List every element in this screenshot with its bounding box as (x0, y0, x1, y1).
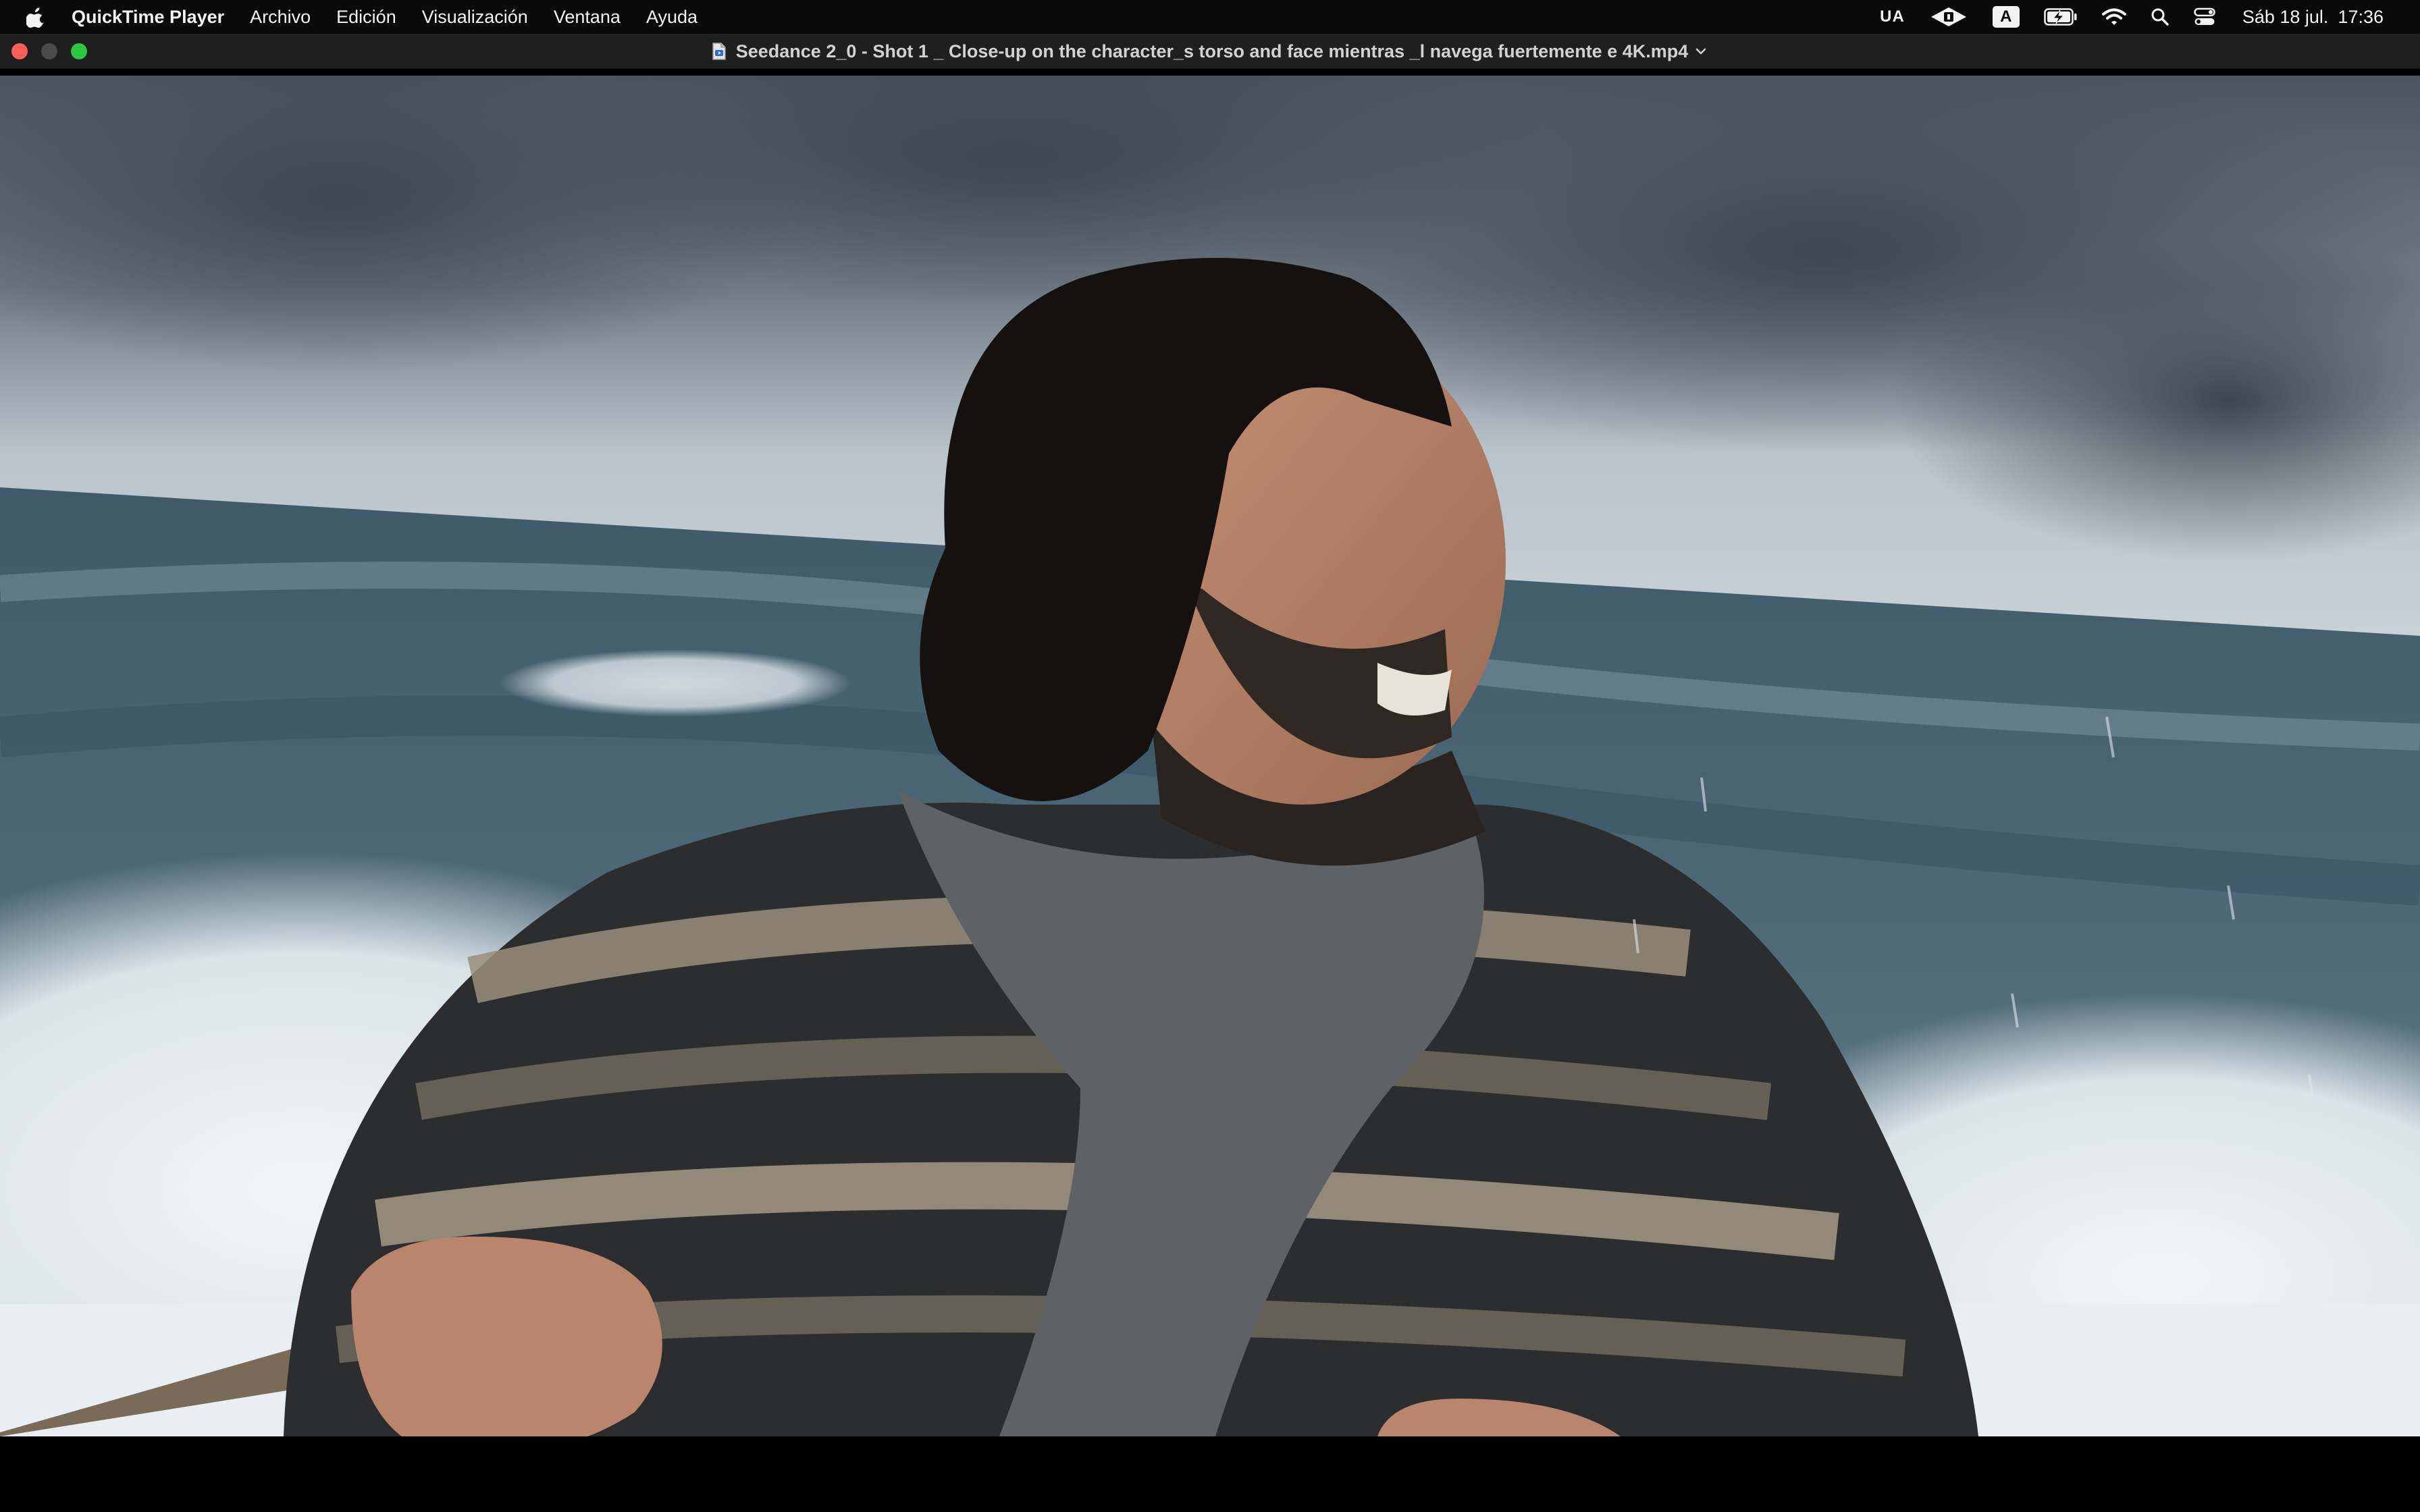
menu-visualizacion[interactable]: Visualización (409, 0, 541, 34)
apple-icon[interactable] (0, 0, 72, 34)
universal-audio-status[interactable]: UA (1868, 0, 1917, 34)
menu-bar: QuickTime Player Archivo Edición Visuali… (0, 0, 2420, 34)
menu-edicion[interactable]: Edición (323, 0, 409, 34)
diamond-app-icon[interactable] (1917, 0, 1980, 34)
window-controls (0, 43, 101, 59)
menu-clock[interactable]: Sáb 18 jul. 17:36 (2228, 0, 2396, 34)
wifi-icon[interactable] (2090, 0, 2138, 34)
letterbox-bottom (0, 1436, 2420, 1512)
window-title: Seedance 2_0 - Shot 1 _ Close-up on the … (0, 34, 2420, 69)
menu-archivo[interactable]: Archivo (237, 0, 323, 34)
clock-time: 17:36 (2338, 6, 2384, 27)
close-window-button[interactable] (11, 43, 28, 59)
search-icon[interactable] (2138, 0, 2182, 34)
keyboard-input-label: A (1992, 6, 2020, 28)
control-center-icon[interactable] (2182, 0, 2228, 34)
menu-ayuda[interactable]: Ayuda (633, 0, 710, 34)
menu-app-name[interactable]: QuickTime Player (72, 0, 237, 34)
window-title-text: Seedance 2_0 - Shot 1 _ Close-up on the … (735, 40, 1689, 61)
keyboard-input-icon[interactable]: A (1980, 0, 2032, 34)
video-document-icon (712, 43, 727, 60)
window-title-bar[interactable]: Seedance 2_0 - Shot 1 _ Close-up on the … (0, 34, 2420, 69)
battery-charging-icon[interactable] (2032, 0, 2090, 34)
video-player-area[interactable] (0, 76, 2420, 1436)
video-frame-image (0, 76, 2420, 1436)
minimize-window-button[interactable] (41, 43, 57, 59)
clock-day: Sáb 18 jul. (2242, 6, 2329, 27)
fullscreen-window-button[interactable] (71, 43, 87, 59)
chevron-down-icon[interactable] (1693, 44, 1708, 59)
menu-ventana[interactable]: Ventana (541, 0, 633, 34)
